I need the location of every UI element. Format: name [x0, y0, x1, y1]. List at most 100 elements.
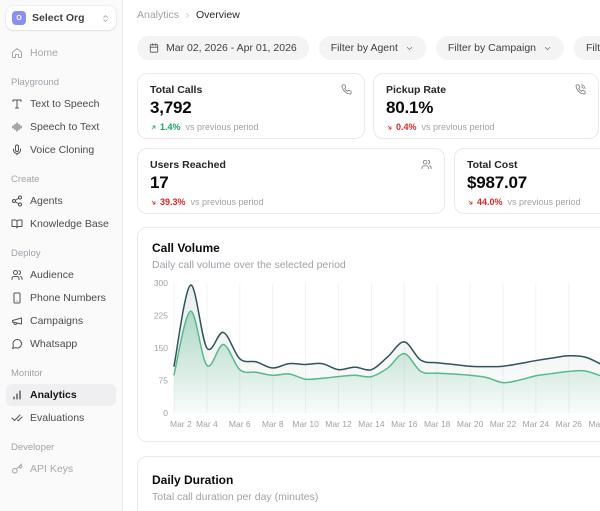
stat-change: 1.4% vs previous period	[150, 122, 352, 132]
filter-by-agent[interactable]: Filter by Agent	[319, 36, 426, 60]
call-volume-chart: 0 75 150 225 300 Mar 2 Mar 4 Mar 6 Mar 8 Mar 10 Ma…	[152, 277, 600, 435]
sidebar-nav: Home Playground Text to Speech Speech to…	[6, 42, 116, 480]
stat-title: Users Reached	[150, 159, 226, 171]
sidebar-group-playground: Playground	[11, 77, 111, 88]
filter-by-call-type[interactable]: Filter by Call Type	[574, 36, 600, 60]
key-icon	[11, 463, 23, 475]
sidebar-group-monitor: Monitor	[11, 368, 111, 379]
stat-change: 0.4% vs previous period	[386, 122, 586, 132]
bar-chart-icon	[11, 389, 23, 401]
svg-text:Mar 6: Mar 6	[229, 419, 251, 429]
chevrons-up-down-icon	[101, 14, 110, 23]
breadcrumb: Analytics Overview	[137, 8, 600, 22]
svg-text:Mar 28: Mar 28	[588, 419, 600, 429]
filter-by-campaign[interactable]: Filter by Campaign	[436, 36, 564, 60]
sidebar-item-phone-numbers[interactable]: Phone Numbers	[6, 287, 116, 309]
sidebar-item-evaluations[interactable]: Evaluations	[6, 407, 116, 429]
svg-text:Mar 22: Mar 22	[490, 419, 517, 429]
date-range-picker[interactable]: Mar 02, 2026 - Apr 01, 2026	[137, 36, 309, 60]
stat-value: 17	[150, 173, 432, 193]
sidebar-item-analytics[interactable]: Analytics	[6, 384, 116, 406]
audience-icon	[11, 269, 23, 281]
chevron-right-icon	[183, 11, 192, 20]
date-range-value: Mar 02, 2026 - Apr 01, 2026	[166, 42, 297, 54]
sidebar-item-knowledge-base[interactable]: Knowledge Base	[6, 213, 116, 235]
org-avatar: O	[12, 11, 26, 25]
sidebar-item-agents[interactable]: Agents	[6, 190, 116, 212]
svg-text:Mar 4: Mar 4	[196, 419, 218, 429]
phone-icon	[341, 84, 352, 95]
check-check-icon	[11, 412, 23, 424]
sidebar-group-deploy: Deploy	[11, 248, 111, 259]
stat-title: Total Calls	[150, 84, 202, 96]
smartphone-icon	[11, 292, 23, 304]
chevron-down-icon	[543, 44, 552, 53]
stat-change: 39.3% vs previous period	[150, 197, 432, 207]
stats-row-1: Total Calls 3,792 1.4% vs previous perio…	[137, 73, 599, 139]
chart-subtitle: Total call duration per day (minutes)	[152, 491, 600, 503]
phone-ringing-icon	[575, 84, 586, 95]
svg-text:300: 300	[154, 278, 168, 288]
chart-title: Call Volume	[152, 241, 600, 255]
svg-text:75: 75	[159, 376, 169, 386]
text-to-speech-icon	[11, 98, 23, 110]
stat-card-pickup-rate: Pickup Rate 80.1% 0.4% vs previous perio…	[373, 73, 599, 139]
home-icon	[11, 47, 23, 59]
chart-subtitle: Daily call volume over the selected peri…	[152, 259, 600, 271]
sidebar-item-audience[interactable]: Audience	[6, 264, 116, 286]
svg-text:225: 225	[154, 311, 168, 321]
agents-icon	[11, 195, 23, 207]
sidebar-item-label: Home	[30, 47, 58, 59]
stat-value: 80.1%	[386, 98, 586, 118]
svg-text:Mar 12: Mar 12	[325, 419, 352, 429]
stat-value: 3,792	[150, 98, 352, 118]
users-icon	[421, 159, 432, 170]
sidebar-group-create: Create	[11, 174, 111, 185]
speech-to-text-icon	[11, 121, 23, 133]
svg-text:Mar 18: Mar 18	[424, 419, 451, 429]
svg-text:0: 0	[163, 408, 168, 418]
calendar-icon	[149, 43, 159, 53]
sidebar-item-whatsapp[interactable]: Whatsapp	[6, 333, 116, 355]
trend-down-icon	[150, 199, 157, 206]
sidebar-group-developer: Developer	[11, 442, 111, 453]
sidebar-item-voice-cloning[interactable]: Voice Cloning	[6, 139, 116, 161]
stat-card-total-calls: Total Calls 3,792 1.4% vs previous perio…	[137, 73, 365, 139]
breadcrumb-analytics[interactable]: Analytics	[137, 9, 179, 21]
trend-down-icon	[386, 124, 393, 131]
call-volume-card: Call Volume Daily call volume over the s…	[137, 227, 600, 442]
org-selector[interactable]: O Select Org	[6, 6, 116, 30]
stat-value: $987.07	[467, 173, 600, 193]
chat-bubble-icon	[11, 338, 23, 350]
svg-text:Mar 8: Mar 8	[262, 419, 284, 429]
sidebar-item-speech-to-text[interactable]: Speech to Text	[6, 116, 116, 138]
stat-title: Pickup Rate	[386, 84, 446, 96]
svg-text:150: 150	[154, 343, 168, 353]
sidebar-item-campaigns[interactable]: Campaigns	[6, 310, 116, 332]
chart-title: Daily Duration	[152, 473, 600, 487]
megaphone-icon	[11, 315, 23, 327]
svg-text:Mar 20: Mar 20	[457, 419, 484, 429]
trend-down-icon	[467, 199, 474, 206]
svg-text:Mar 26: Mar 26	[556, 419, 583, 429]
org-selector-label: Select Org	[32, 12, 95, 24]
breadcrumb-overview: Overview	[196, 9, 240, 21]
sidebar-item-api-keys[interactable]: API Keys	[6, 458, 116, 480]
svg-text:Mar 2: Mar 2	[170, 419, 192, 429]
filter-bar: Mar 02, 2026 - Apr 01, 2026 Filter by Ag…	[137, 36, 600, 60]
sidebar-item-text-to-speech[interactable]: Text to Speech	[6, 93, 116, 115]
svg-text:Mar 16: Mar 16	[391, 419, 418, 429]
book-icon	[11, 218, 23, 230]
sidebar: O Select Org Home Playground Text to Spe…	[0, 0, 123, 511]
main-content: Analytics Overview Mar 02, 2026 - Apr 01…	[123, 0, 600, 511]
stats-row-2: Users Reached 17 39.3% vs previous perio…	[137, 148, 600, 214]
voice-cloning-icon	[11, 144, 23, 156]
daily-duration-card: Daily Duration Total call duration per d…	[137, 456, 600, 511]
svg-text:Mar 24: Mar 24	[523, 419, 550, 429]
svg-text:Mar 14: Mar 14	[358, 419, 385, 429]
svg-text:Mar 10: Mar 10	[292, 419, 319, 429]
stat-card-users-reached: Users Reached 17 39.3% vs previous perio…	[137, 148, 445, 214]
chevron-down-icon	[405, 44, 414, 53]
stat-change: 44.0% vs previous period	[467, 197, 600, 207]
sidebar-item-home[interactable]: Home	[6, 42, 116, 64]
